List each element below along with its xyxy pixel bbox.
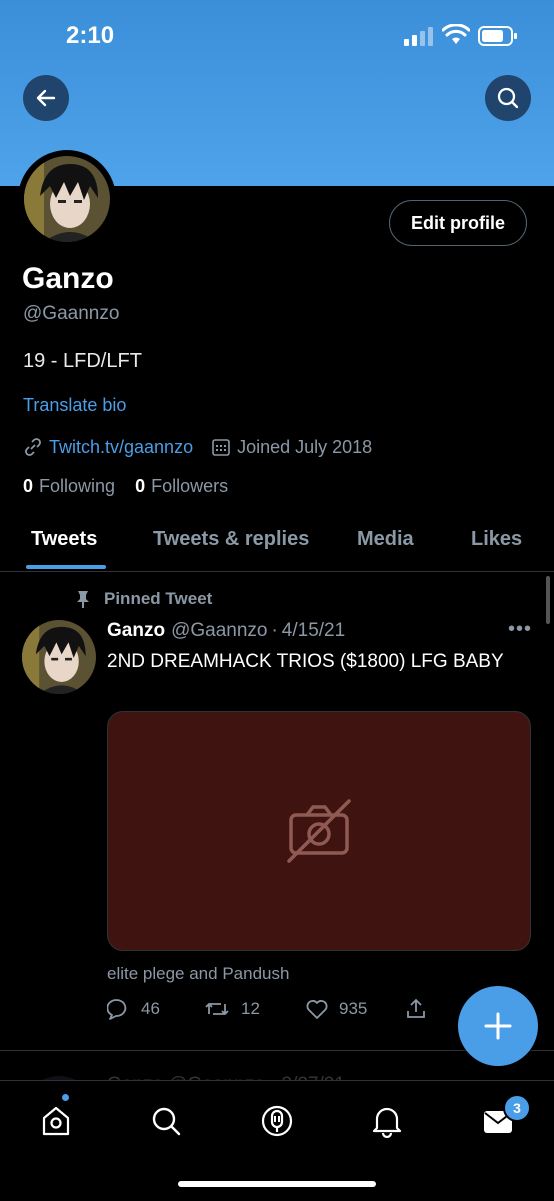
- wifi-icon: [442, 24, 470, 44]
- tab-likes[interactable]: Likes: [471, 528, 522, 551]
- followers-count: 0: [135, 476, 146, 496]
- reply-button[interactable]: 46: [107, 997, 160, 1021]
- tweet-more-button[interactable]: •••: [508, 618, 532, 641]
- tweet-text: 2ND DREAMHACK TRIOS ($1800) LFG BABY: [107, 651, 504, 672]
- share-button[interactable]: [404, 997, 428, 1021]
- followers-stat[interactable]: 0 Followers: [135, 476, 228, 497]
- tweet-separator: ·: [271, 620, 278, 641]
- search-icon: [497, 87, 519, 109]
- tweet-header: Ganzo @Gaannzo · 4/15/21: [107, 620, 345, 642]
- like-count: 935: [339, 999, 368, 1018]
- like-button[interactable]: 935: [305, 997, 367, 1021]
- plus-icon: [484, 1012, 512, 1040]
- retweet-button[interactable]: 12: [203, 997, 260, 1021]
- notifications-icon: [372, 1107, 402, 1138]
- followers-label: Followers: [151, 476, 229, 496]
- translate-bio-link[interactable]: Translate bio: [23, 395, 126, 416]
- retweet-icon: [205, 1003, 229, 1015]
- follow-stats: 0 Following 0 Followers: [23, 476, 228, 497]
- profile-meta: Twitch.tv/gaannzo Joined July 2018: [23, 435, 372, 459]
- tweet-date: 4/15/21: [281, 620, 346, 641]
- back-button[interactable]: [23, 75, 69, 121]
- profile-name: Ganzo: [22, 262, 114, 295]
- pinned-label: Pinned Tweet: [104, 589, 213, 608]
- link-icon: [25, 438, 41, 456]
- heart-icon: [306, 1000, 328, 1019]
- profile-handle: @Gaannzo: [23, 303, 120, 324]
- following-count: 0: [23, 476, 34, 496]
- profile-website-link[interactable]: Twitch.tv/gaannzo: [49, 437, 193, 458]
- nav-home[interactable]: [36, 1101, 76, 1141]
- tab-tweets-replies[interactable]: Tweets & replies: [153, 528, 309, 551]
- nav-search[interactable]: [146, 1101, 186, 1141]
- tab-media[interactable]: Media: [357, 528, 414, 551]
- following-stat[interactable]: 0 Following: [23, 476, 115, 497]
- reply-count: 46: [141, 999, 160, 1018]
- arrow-left-icon: [36, 89, 56, 107]
- home-indicator[interactable]: [178, 1181, 376, 1187]
- nav-spaces[interactable]: [257, 1101, 297, 1141]
- joined-date: Joined July 2018: [237, 436, 373, 457]
- share-icon: [407, 999, 425, 1018]
- scrollbar[interactable]: [546, 576, 550, 624]
- media-caption: elite plege and Pandush: [107, 964, 290, 983]
- pin-icon: [77, 591, 89, 608]
- nav-notifications[interactable]: [367, 1101, 407, 1141]
- reply-icon: [107, 999, 127, 1020]
- divider: [0, 571, 554, 572]
- camera-off-icon: [287, 799, 351, 863]
- pinned-indicator: Pinned Tweet: [74, 589, 212, 609]
- profile-avatar[interactable]: [24, 156, 110, 242]
- search-icon: [152, 1107, 181, 1136]
- tab-tweets[interactable]: Tweets: [31, 528, 97, 551]
- edit-profile-button[interactable]: Edit profile: [389, 200, 527, 246]
- calendar-icon: [212, 439, 230, 456]
- tweet-avatar[interactable]: [22, 620, 96, 694]
- retweet-count: 12: [241, 999, 260, 1018]
- messages-badge: 3: [503, 1094, 531, 1122]
- home-unread-dot: [62, 1094, 69, 1101]
- spaces-icon: [261, 1105, 293, 1137]
- profile-bio: 19 - LFD/LFT: [23, 350, 142, 372]
- search-button[interactable]: [485, 75, 531, 121]
- battery-icon: [478, 26, 517, 46]
- compose-tweet-button[interactable]: [458, 986, 538, 1066]
- status-time: 2:10: [66, 22, 115, 49]
- tweet-actions: 46 12 935: [107, 997, 437, 1027]
- home-icon: [42, 1106, 70, 1136]
- cellular-signal-icon: [404, 27, 433, 46]
- active-tab-indicator: [26, 565, 106, 569]
- tweet-media[interactable]: [107, 711, 531, 951]
- tweet-author-handle: @Gaannzo: [171, 620, 268, 641]
- following-label: Following: [39, 476, 116, 496]
- tweet-author-name[interactable]: Ganzo: [107, 620, 165, 641]
